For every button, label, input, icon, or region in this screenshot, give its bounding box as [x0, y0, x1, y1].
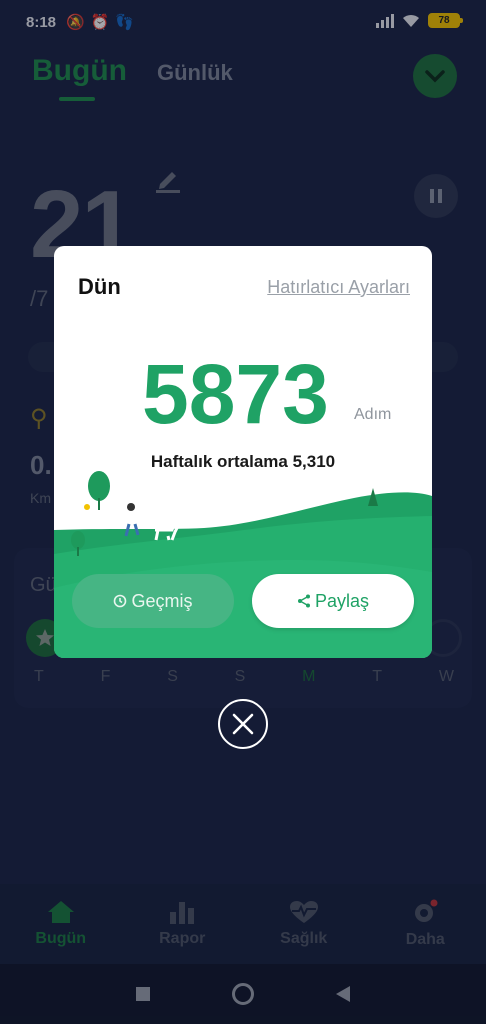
- reminder-settings-link[interactable]: Hatırlatıcı Ayarları: [267, 277, 410, 298]
- history-label: Geçmiş: [131, 590, 193, 611]
- landscape-illustration: [54, 471, 432, 658]
- share-button[interactable]: Paylaş: [252, 574, 414, 628]
- history-icon: [114, 594, 127, 608]
- share-label: Paylaş: [314, 590, 370, 611]
- close-button[interactable]: [218, 699, 268, 749]
- close-icon: [232, 713, 254, 735]
- share-icon: [297, 594, 310, 608]
- yesterday-dialog: Dün Hatırlatıcı Ayarları 5873 Adım Hafta…: [54, 246, 432, 658]
- dialog-title: Dün: [78, 274, 121, 299]
- yesterday-steps: 5873: [142, 347, 329, 441]
- steps-unit: Adım: [354, 406, 392, 423]
- history-button[interactable]: Geçmiş: [72, 574, 234, 628]
